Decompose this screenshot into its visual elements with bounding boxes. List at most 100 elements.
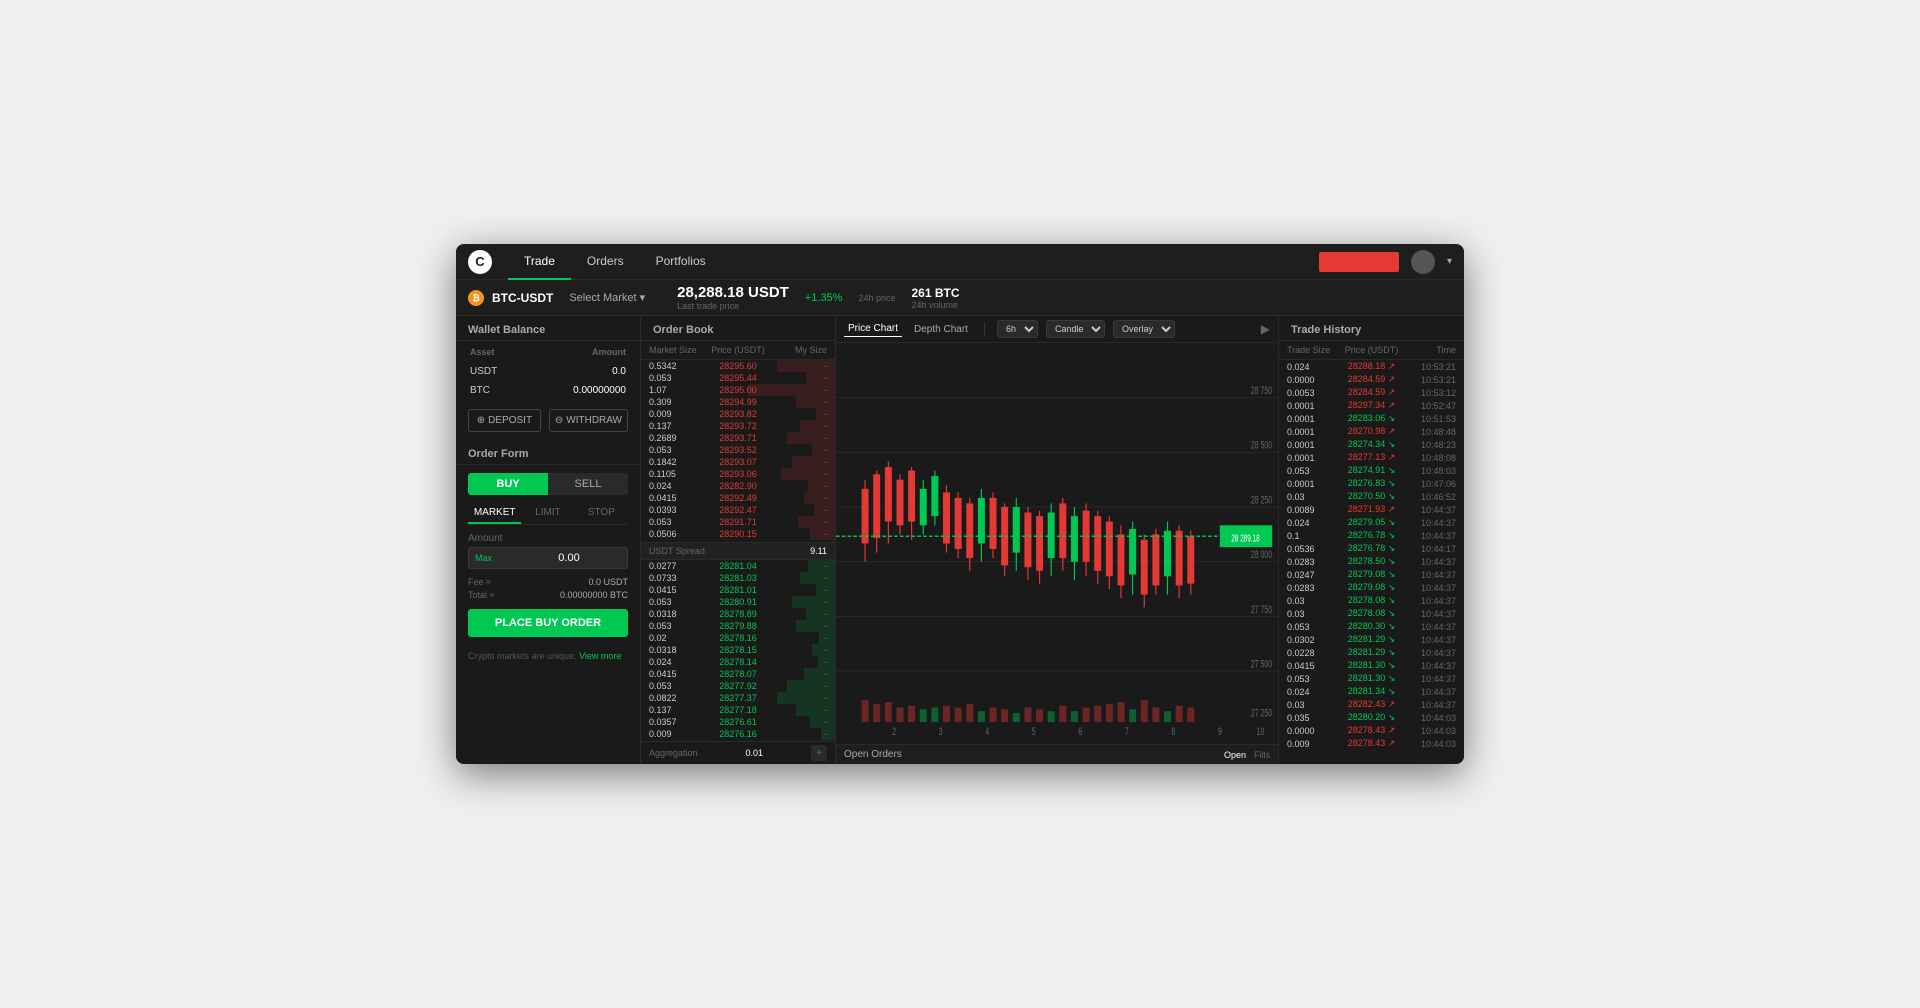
avatar[interactable] (1411, 250, 1435, 274)
ob-bid-row[interactable]: 0.031828278.89- (641, 608, 835, 620)
th-price: 28282.43 ↗ (1343, 699, 1399, 710)
th-price: 28278.43 ↗ (1343, 738, 1399, 749)
ob-bid-row[interactable]: 0.082228277.37- (641, 692, 835, 704)
tab-depth-chart[interactable]: Depth Chart (910, 322, 972, 337)
overlay-select[interactable]: Overlay (1113, 320, 1175, 338)
chevron-down-icon[interactable]: ▾ (1447, 256, 1452, 267)
th-size: 0.0001 (1287, 440, 1343, 450)
ob-ask-row[interactable]: 0.02428282.90- (641, 480, 835, 492)
buy-tab[interactable]: BUY (468, 473, 548, 495)
view-more-link[interactable]: View more (579, 651, 621, 661)
th-row: 0.000128297.34 ↗10:52:47 (1279, 399, 1464, 412)
ob-bid-row[interactable]: 0.02428278.14- (641, 656, 835, 668)
pair-name: BTC-USDT (492, 291, 553, 305)
ob-bid-row[interactable]: 0.073328281.03- (641, 572, 835, 584)
ob-ask-row[interactable]: 0.534228295.60- (641, 360, 835, 372)
ob-bid-row[interactable]: 0.0228278.16- (641, 632, 835, 644)
th-time: 10:44:37 (1400, 596, 1456, 606)
place-order-button[interactable]: PLACE BUY ORDER (468, 609, 628, 637)
ob-ask-row[interactable]: 0.039328292.47- (641, 504, 835, 516)
svg-text:27 750: 27 750 (1251, 603, 1272, 615)
chart-expand-icon[interactable]: ▶ (1261, 322, 1270, 336)
ob-bid-price: 28281.01 (708, 585, 767, 595)
timeframe-select[interactable]: 6h1h1d (997, 320, 1038, 338)
tab-price-chart[interactable]: Price Chart (844, 321, 902, 337)
ob-ask-row[interactable]: 0.13728293.72- (641, 420, 835, 432)
ob-bid-row[interactable]: 0.00928276.16- (641, 728, 835, 740)
ob-bid-row[interactable]: 0.05328280.91- (641, 596, 835, 608)
ob-bid-row[interactable]: 0.05328279.88- (641, 620, 835, 632)
ob-ask-row[interactable]: 0.268928293.71- (641, 432, 835, 444)
deposit-button[interactable]: ⊕ DEPOSIT (468, 409, 541, 432)
th-price: 28276.78 ↘ (1343, 530, 1399, 541)
th-row: 0.000028278.43 ↗10:44:03 (1279, 724, 1464, 737)
sell-tab[interactable]: SELL (548, 473, 628, 495)
ob-ask-row[interactable]: 1.0728295.00- (641, 384, 835, 396)
th-time: 10:44:03 (1400, 739, 1456, 749)
th-size: 0.024 (1287, 518, 1343, 528)
ob-ask-mysize: - (768, 385, 827, 395)
ob-bid-row[interactable]: 0.035728276.61- (641, 716, 835, 728)
order-book-title: Order Book (641, 316, 835, 341)
withdraw-button[interactable]: ⊖ WITHDRAW (549, 409, 628, 432)
ob-bid-row[interactable]: 0.13728277.18- (641, 704, 835, 716)
select-market-button[interactable]: Select Market ▾ (569, 291, 645, 304)
aggregation-value: 0.01 (746, 748, 764, 758)
nav-tab-orders[interactable]: Orders (571, 244, 640, 280)
th-row: 0.005328284.59 ↗10:53:12 (1279, 386, 1464, 399)
th-size: 0.0536 (1287, 544, 1343, 554)
th-row: 0.053628276.78 ↘10:44:17 (1279, 542, 1464, 555)
ob-ask-size: 0.309 (649, 397, 708, 407)
th-row: 0.05328280.30 ↘10:44:37 (1279, 620, 1464, 633)
ob-bid-price: 28280.91 (708, 597, 767, 607)
ob-ask-row[interactable]: 0.05328293.52- (641, 444, 835, 456)
ob-ask-row[interactable]: 0.05328291.71- (641, 516, 835, 528)
aggregation-plus-button[interactable]: + (811, 745, 827, 761)
ob-ask-row[interactable]: 0.041528292.49- (641, 492, 835, 504)
svg-text:28 500: 28 500 (1251, 439, 1272, 451)
max-button[interactable]: Max (475, 553, 492, 563)
nav-tab-trade[interactable]: Trade (508, 244, 571, 280)
ob-bid-row[interactable]: 0.031828278.15- (641, 644, 835, 656)
aggregation-label: Aggregation (649, 748, 698, 758)
th-row: 0.05328281.30 ↘10:44:37 (1279, 672, 1464, 685)
ob-ask-price: 28293.52 (708, 445, 767, 455)
tab-market[interactable]: MARKET (468, 503, 521, 524)
wallet-asset-btc: BTC (458, 382, 529, 399)
oo-tab-fills[interactable]: Fills (1254, 750, 1270, 760)
ob-ask-row[interactable]: 0.05328295.44- (641, 372, 835, 384)
ob-ask-row[interactable]: 0.184228293.07- (641, 456, 835, 468)
ob-bid-mysize: - (768, 681, 827, 691)
th-size: 0.009 (1287, 739, 1343, 749)
ob-ask-row[interactable]: 0.30928294.99- (641, 396, 835, 408)
th-price: 28280.30 ↘ (1343, 621, 1399, 632)
ob-bid-row[interactable]: 0.027728281.04- (641, 560, 835, 572)
ob-ask-row[interactable]: 0.110528293.06- (641, 468, 835, 480)
tab-stop[interactable]: STOP (575, 503, 628, 524)
th-row: 0.0328278.08 ↘10:44:37 (1279, 607, 1464, 620)
svg-text:5: 5 (1032, 725, 1036, 737)
chart-type-select[interactable]: Candle (1046, 320, 1105, 338)
ob-bid-size: 0.0277 (649, 561, 708, 571)
th-time: 10:44:37 (1400, 635, 1456, 645)
ob-ask-row[interactable]: 0.050628290.15- (641, 528, 835, 540)
ob-bid-row[interactable]: 0.041528281.01- (641, 584, 835, 596)
th-row: 0.00928278.43 ↗10:44:03 (1279, 737, 1464, 750)
ob-ask-price: 28293.06 (708, 469, 767, 479)
amount-input[interactable] (498, 552, 640, 564)
volume-label: 24h volume (912, 300, 960, 310)
th-price: 28281.30 ↘ (1343, 660, 1399, 671)
ob-ask-mysize: - (768, 397, 827, 407)
oo-tab-open[interactable]: Open (1224, 750, 1246, 760)
ob-bid-price: 28278.14 (708, 657, 767, 667)
ob-bid-price: 28277.18 (708, 705, 767, 715)
ob-bid-row[interactable]: 0.05328277.92- (641, 680, 835, 692)
ob-ask-mysize: - (768, 409, 827, 419)
ob-bid-row[interactable]: 0.041528278.07- (641, 668, 835, 680)
ob-bid-mysize: - (768, 633, 827, 643)
svg-text:4: 4 (985, 725, 989, 737)
nav-tab-portfolios[interactable]: Portfolios (640, 244, 722, 280)
order-form-title: Order Form (456, 440, 640, 465)
tab-limit[interactable]: LIMIT (521, 503, 574, 524)
ob-ask-row[interactable]: 0.00928293.82- (641, 408, 835, 420)
